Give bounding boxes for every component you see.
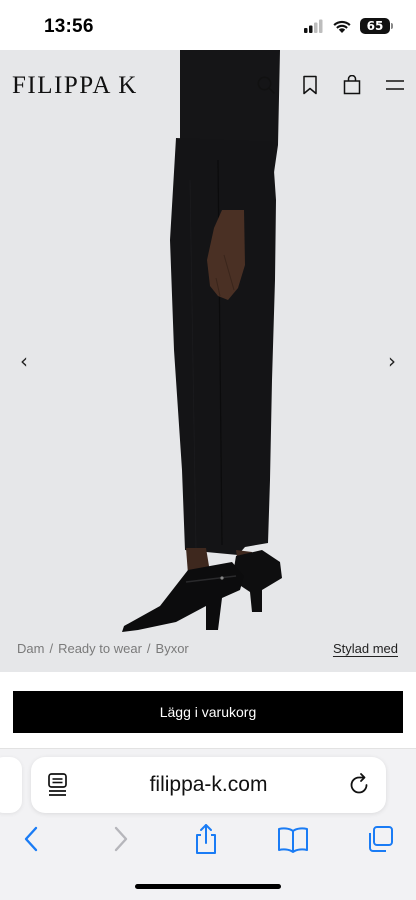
previous-image-button[interactable]: ‹ [12,348,36,374]
site-header: FILIPPA K [0,50,416,120]
breadcrumb-separator: / [146,641,151,656]
add-to-cart-button[interactable]: Lägg i varukorg [13,691,403,733]
brand-logo[interactable]: FILIPPA K [12,72,138,100]
product-image[interactable] [0,50,416,672]
shopping-bag-icon[interactable] [339,72,365,98]
forward-icon[interactable] [103,823,139,855]
styled-with-link[interactable]: Stylad med [333,641,398,656]
cellular-signal-icon [304,19,323,33]
share-icon[interactable] [188,823,224,855]
bookmarks-icon[interactable] [275,823,311,855]
menu-icon[interactable] [382,72,408,98]
breadcrumb: Dam / Ready to wear / Byxor [17,641,189,656]
breadcrumb-separator: / [49,641,54,656]
tabs-icon[interactable] [362,823,398,855]
next-image-button[interactable]: › [380,348,404,374]
status-bar: 13:56 65 [0,0,416,50]
previous-tab-card[interactable] [0,757,22,813]
breadcrumb-item-byxor[interactable]: Byxor [156,641,189,656]
wifi-icon [333,20,351,33]
reload-icon[interactable] [346,772,372,798]
breadcrumb-item-ready-to-wear[interactable]: Ready to wear [58,641,142,656]
chevron-right-icon: › [388,349,396,373]
url-text[interactable]: filippa-k.com [31,757,386,813]
battery-indicator: 65 [360,18,393,34]
home-indicator [135,884,281,889]
status-time: 13:56 [44,16,94,37]
chevron-left-icon: ‹ [20,349,28,373]
page-menu-icon[interactable] [46,772,70,798]
product-photo [0,50,416,672]
status-icons: 65 [304,18,393,34]
back-icon[interactable] [13,823,49,855]
battery-level: 65 [366,19,384,33]
address-bar[interactable]: filippa-k.com [31,757,386,813]
search-icon[interactable] [253,72,279,98]
breadcrumb-item-dam[interactable]: Dam [17,641,44,656]
bookmark-icon[interactable] [297,72,323,98]
